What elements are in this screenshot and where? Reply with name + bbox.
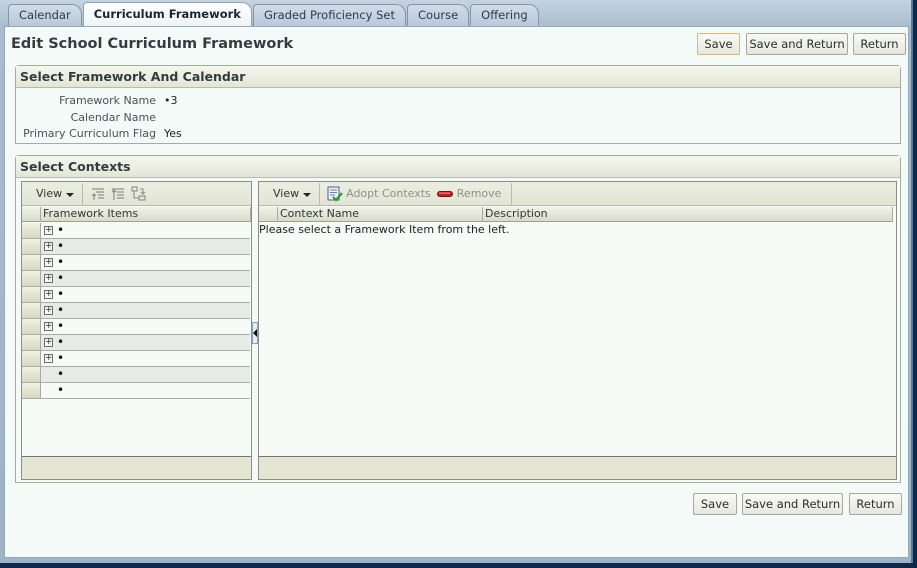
save-and-return-button-top[interactable]: Save and Return <box>746 33 848 55</box>
collapse-all-icon[interactable] <box>108 183 128 205</box>
tab-course[interactable]: Course <box>407 4 470 26</box>
remove-label: Remove <box>456 187 502 200</box>
primary-flag-row: Primary Curriculum Flag Yes <box>16 127 182 143</box>
framework-calendar-section: Select Framework And Calendar Framework … <box>15 65 901 144</box>
tab-curriculum-framework[interactable]: Curriculum Framework <box>82 2 252 26</box>
row-selector[interactable] <box>22 255 41 270</box>
go-to-top-icon[interactable] <box>128 183 149 205</box>
section-title: Select Contexts <box>16 156 900 178</box>
tree-item-label: • <box>57 239 65 253</box>
description-column-header[interactable]: Description <box>483 207 893 222</box>
row-selector[interactable] <box>22 287 41 302</box>
tree-row[interactable]: • <box>22 383 250 399</box>
page-title: Edit School Curriculum Framework <box>11 36 294 52</box>
row-selector[interactable] <box>22 223 41 238</box>
tree-item-label: • <box>57 383 65 397</box>
tree-row[interactable]: • <box>22 367 250 383</box>
expand-icon[interactable]: + <box>44 290 53 299</box>
expand-icon[interactable]: + <box>44 226 53 235</box>
tree-row[interactable]: + • <box>22 319 250 335</box>
tree-row[interactable]: + • <box>22 255 250 271</box>
toolbar-separator <box>511 182 513 205</box>
framework-name-row: Framework Name •3 <box>16 94 177 110</box>
row-header-corner <box>22 207 41 222</box>
right-panel-footer <box>259 456 896 479</box>
framework-name-label: Framework Name <box>59 94 156 107</box>
return-button-top[interactable]: Return <box>853 33 906 55</box>
expand-icon[interactable]: + <box>44 306 53 315</box>
tab-bar: Calendar Curriculum Framework Graded Pro… <box>8 2 540 26</box>
tree-item-label: • <box>57 319 65 333</box>
tree-item-label: • <box>57 255 65 269</box>
select-contexts-section: Select Contexts View Framework Items + •… <box>15 155 901 483</box>
row-header-corner <box>259 207 278 222</box>
return-button-bottom[interactable]: Return <box>849 493 902 515</box>
save-and-return-button-bottom[interactable]: Save and Return <box>742 493 843 515</box>
framework-name-value: •3 <box>164 94 178 107</box>
row-selector[interactable] <box>22 271 41 286</box>
application-window: Calendar Curriculum Framework Graded Pro… <box>0 0 913 563</box>
row-selector[interactable] <box>22 319 41 334</box>
tree-row[interactable]: + • <box>22 287 250 303</box>
tab-graded-proficiency-set[interactable]: Graded Proficiency Set <box>252 4 406 26</box>
tree-item-label: • <box>57 223 65 237</box>
row-selector[interactable] <box>22 367 41 382</box>
row-selector[interactable] <box>22 303 41 318</box>
expand-icon[interactable]: + <box>44 354 53 363</box>
calendar-name-label: Calendar Name <box>70 111 156 124</box>
row-selector[interactable] <box>22 335 41 350</box>
view-label: View <box>36 187 63 200</box>
row-selector[interactable] <box>22 383 41 398</box>
calendar-name-row: Calendar Name <box>16 111 156 127</box>
row-selector[interactable] <box>22 351 41 366</box>
contexts-panel: View Adopt Contexts Remove Context Name … <box>258 181 897 480</box>
content-area: Edit School Curriculum Framework Save Sa… <box>4 26 909 558</box>
expand-icon[interactable]: + <box>44 322 53 331</box>
save-button-bottom[interactable]: Save <box>693 493 737 515</box>
tree-item-label: • <box>57 335 65 349</box>
tree-item-label: • <box>57 367 65 381</box>
expand-icon[interactable]: + <box>44 338 53 347</box>
tree-row[interactable]: + • <box>22 239 250 255</box>
right-toolbar: View Adopt Contexts Remove <box>259 182 896 206</box>
chevron-down-icon <box>303 192 312 197</box>
expand-icon[interactable]: + <box>44 274 53 283</box>
tab-calendar[interactable]: Calendar <box>8 4 82 26</box>
empty-message: Please select a Framework Item from the … <box>259 223 510 236</box>
left-panel-footer <box>22 456 251 479</box>
tab-offering[interactable]: Offering <box>470 4 539 26</box>
tree-row[interactable]: + • <box>22 351 250 367</box>
save-button-top[interactable]: Save <box>697 33 740 55</box>
tree-row[interactable]: + • <box>22 303 250 319</box>
left-view-menu[interactable]: View <box>22 183 82 205</box>
framework-items-panel: View Framework Items + • + • + • + • + •… <box>21 181 252 480</box>
tree-row[interactable]: + • <box>22 335 250 351</box>
remove-icon <box>436 190 453 197</box>
right-view-menu[interactable]: View <box>259 183 319 205</box>
left-toolbar: View <box>22 182 251 206</box>
primary-flag-value: Yes <box>164 127 182 140</box>
tree-item-label: • <box>57 271 65 285</box>
chevron-down-icon <box>66 192 75 197</box>
expand-icon[interactable]: + <box>44 258 53 267</box>
adopt-contexts-label: Adopt Contexts <box>346 187 431 200</box>
context-name-column-header[interactable]: Context Name <box>278 207 483 222</box>
tree-row[interactable]: + • <box>22 223 250 239</box>
tree-item-label: • <box>57 287 65 301</box>
adopt-contexts-icon <box>327 186 343 202</box>
tree-item-label: • <box>57 351 65 365</box>
remove-button[interactable]: Remove <box>435 183 512 205</box>
expand-icon[interactable]: + <box>44 242 53 251</box>
tree-item-label: • <box>57 303 65 317</box>
expand-all-icon[interactable] <box>83 183 108 205</box>
adopt-contexts-button[interactable]: Adopt Contexts <box>320 183 435 205</box>
framework-items-column-header[interactable]: Framework Items <box>41 207 251 222</box>
row-selector[interactable] <box>22 239 41 254</box>
view-label: View <box>273 187 300 200</box>
section-title: Select Framework And Calendar <box>16 66 900 88</box>
tree-row[interactable]: + • <box>22 271 250 287</box>
primary-flag-label: Primary Curriculum Flag <box>23 127 156 140</box>
